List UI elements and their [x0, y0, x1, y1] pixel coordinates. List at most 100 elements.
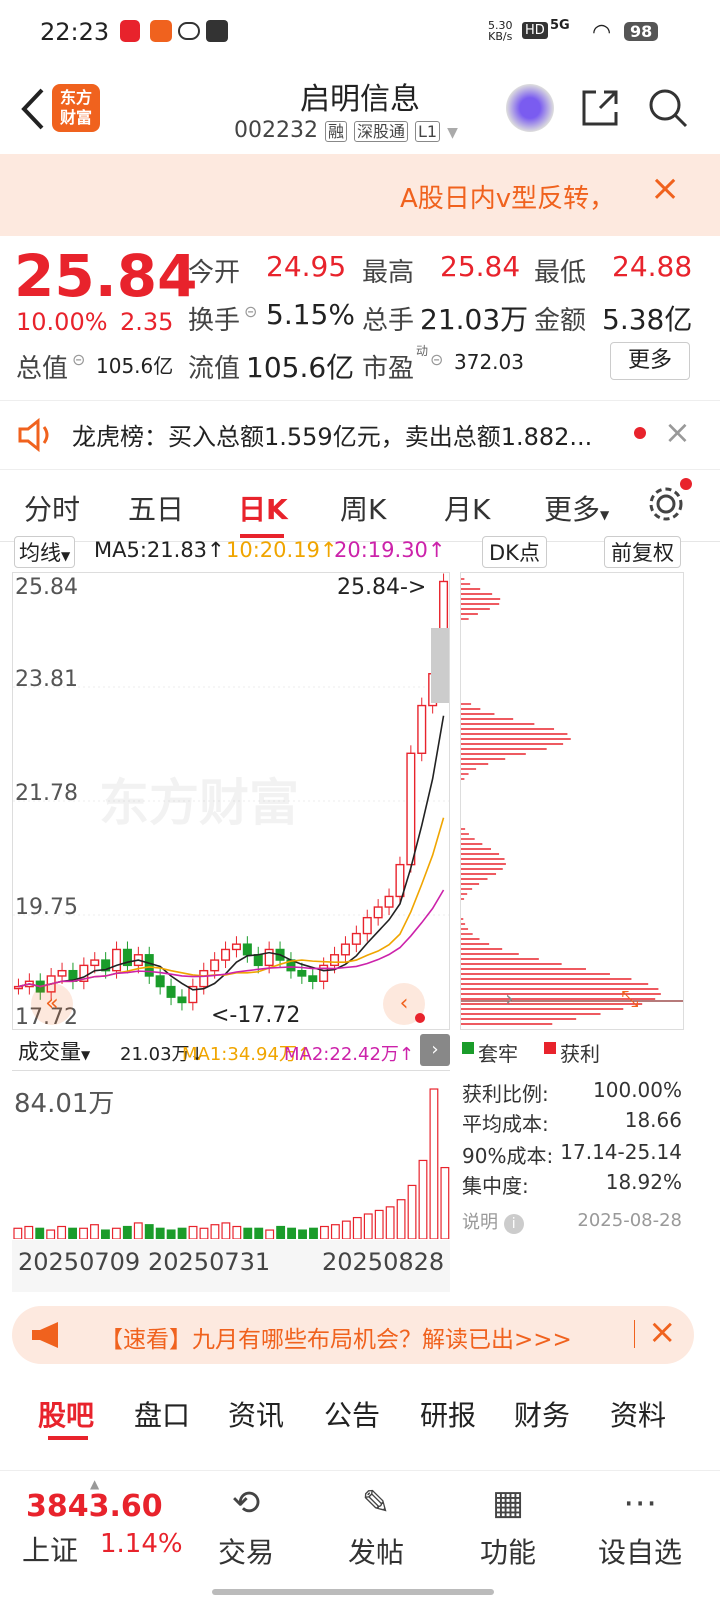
- candle-body: [210, 959, 220, 972]
- dropdown-icon: ▼: [81, 1048, 91, 1062]
- avg-cost-label: 平均成本:: [462, 1112, 549, 1136]
- volume-bar: [330, 1224, 340, 1240]
- tab-announcement[interactable]: 公告: [324, 1394, 380, 1434]
- search-icon[interactable]: [646, 86, 690, 130]
- chart-tabs: 分时 五日 日K 周K 月K 更多▼: [0, 470, 720, 542]
- high-label: 最高: [362, 258, 415, 288]
- index-ticker[interactable]: ▲ 3843.60 上证 1.14%: [14, 1477, 194, 1577]
- profit-swatch: [544, 1042, 556, 1054]
- expand-icon[interactable]: ⤡: [621, 987, 639, 1012]
- tab-finance[interactable]: 财务: [514, 1394, 570, 1434]
- ma5-value: MA5:21.83↑: [94, 538, 225, 562]
- last-price: 25.84: [14, 242, 198, 310]
- promo-banner[interactable]: 【速看】九月有哪些布局机会？解读已出>>> ×: [12, 1306, 694, 1364]
- candle-body: [199, 969, 209, 988]
- app-notification-icon: [150, 20, 172, 42]
- tab-five-day[interactable]: 五日: [128, 488, 184, 528]
- date-label: 20250709: [18, 1248, 141, 1276]
- open-value: 24.95: [266, 250, 347, 283]
- tab-monthly-k[interactable]: 月K: [444, 488, 490, 528]
- tab-guba[interactable]: 股吧: [38, 1394, 94, 1434]
- home-indicator: [212, 1589, 494, 1595]
- close-icon[interactable]: ×: [664, 413, 691, 451]
- volume-bar: [243, 1227, 253, 1240]
- nav-post[interactable]: ✎ 发帖: [326, 1471, 426, 1591]
- quote-panel: 25.84 10.00% 2.35 今开 24.95 最高 25.84 最低 2…: [0, 236, 720, 396]
- tab-intraday[interactable]: 分时: [24, 488, 80, 528]
- change-value: 2.35: [120, 308, 174, 336]
- volume-bar: [440, 1166, 450, 1240]
- adjust-button[interactable]: 前复权: [604, 536, 681, 568]
- candle-body: [417, 704, 427, 754]
- tab-weekly-k[interactable]: 周K: [340, 488, 386, 528]
- connect-tag: 深股通: [354, 121, 409, 142]
- candle-body: [155, 975, 165, 988]
- tab-profile[interactable]: 资料: [610, 1394, 666, 1434]
- info-icon[interactable]: ⊝: [72, 350, 85, 369]
- amount-value: 5.38亿: [602, 303, 693, 336]
- tab-pankou[interactable]: 盘口: [134, 1394, 190, 1434]
- tab-research[interactable]: 研报: [420, 1394, 476, 1434]
- close-icon[interactable]: ×: [648, 1312, 677, 1352]
- index-change: 1.14%: [100, 1529, 183, 1559]
- expand-indicators-button[interactable]: ›: [420, 1034, 450, 1066]
- volume-bar: [363, 1213, 373, 1240]
- volume-bar: [298, 1229, 307, 1240]
- banner-close-icon[interactable]: ×: [650, 168, 680, 209]
- info-icon[interactable]: ⊝: [244, 302, 257, 321]
- volume-bar: [199, 1227, 209, 1240]
- volume-bar: [111, 1227, 121, 1240]
- share-icon[interactable]: [578, 86, 622, 130]
- ma10-line: [18, 817, 445, 988]
- ma20-value: 20:19.30↑: [334, 538, 446, 562]
- index-value: 3843.60: [26, 1489, 163, 1524]
- volume-selector[interactable]: 成交量▼: [18, 1036, 90, 1066]
- nav-trade[interactable]: ⟲ 交易: [196, 1471, 296, 1591]
- gear-icon[interactable]: [646, 484, 686, 524]
- ma-selector[interactable]: 均线▼: [14, 536, 76, 568]
- dropdown-icon: ▼: [61, 549, 71, 563]
- candle-body: [384, 895, 394, 908]
- dk-point-button[interactable]: DK点: [482, 536, 547, 568]
- robot-avatar-icon[interactable]: [506, 84, 554, 132]
- volume-chart[interactable]: 84.01万: [12, 1070, 450, 1240]
- active-tab-indicator: [48, 1436, 88, 1440]
- volume-bar: [276, 1225, 286, 1240]
- tab-daily-k[interactable]: 日K: [238, 488, 288, 528]
- scroll-thumb: [431, 628, 449, 703]
- volume-bar: [133, 1222, 143, 1240]
- volume-bar: [166, 1229, 176, 1240]
- dropdown-icon: ▼: [600, 508, 610, 522]
- tab-more[interactable]: 更多▼: [544, 488, 609, 528]
- scroll-left-button[interactable]: «: [31, 983, 73, 1025]
- promo-text: 【速看】九月有哪些布局机会？解读已出>>>: [100, 1327, 572, 1353]
- more-button[interactable]: 更多: [610, 342, 690, 380]
- nav-watchlist[interactable]: ⋯ 设自选: [590, 1471, 690, 1591]
- apps-grid-icon: ▦: [491, 1483, 525, 1523]
- avg-cost-value: 18.66: [624, 1108, 682, 1132]
- battery-icon: 98: [624, 22, 659, 41]
- notice-banner[interactable]: A股日内v型反转， ×: [0, 154, 720, 236]
- wifi-icon: ◠: [592, 20, 612, 45]
- y-label: 21.78: [15, 781, 78, 806]
- ma-legend: 均线▼ MA5:21.83↑ 10:20.19↑ 20:19.30↑ DK点 前…: [14, 536, 714, 568]
- nav-functions[interactable]: ▦ 功能: [458, 1471, 558, 1591]
- dragon-tiger-row[interactable]: 龙虎榜：买入总额1.559亿元，卖出总额1.882... ×: [0, 400, 720, 470]
- kline-chart[interactable]: 东方财富 25.84 23.81 21.78 19.75 17.72 25.84…: [12, 572, 450, 1030]
- chevron-right-icon[interactable]: ›: [505, 987, 514, 1012]
- note-link[interactable]: 说明 i: [462, 1208, 524, 1234]
- candle-body: [177, 996, 187, 1004]
- profit-legend: 获利: [560, 1042, 600, 1066]
- net-speed: 5.30 KB/s: [488, 19, 513, 43]
- chip-date: 2025-08-28: [577, 1210, 682, 1231]
- high-marker: 25.84->: [337, 575, 427, 600]
- cost90-value: 17.14-25.14: [560, 1140, 682, 1164]
- trapped-swatch: [462, 1042, 474, 1054]
- high-value: 25.84: [440, 250, 521, 283]
- volume-bar: [320, 1225, 329, 1240]
- chip-distribution[interactable]: › ⤡: [460, 572, 684, 1030]
- info-icon[interactable]: ⊝: [430, 350, 443, 369]
- banner-text: A股日内v型反转，: [400, 184, 616, 214]
- stock-code-row[interactable]: 002232 融 深股通 L1 ▼: [234, 118, 458, 143]
- tab-news[interactable]: 资讯: [228, 1394, 284, 1434]
